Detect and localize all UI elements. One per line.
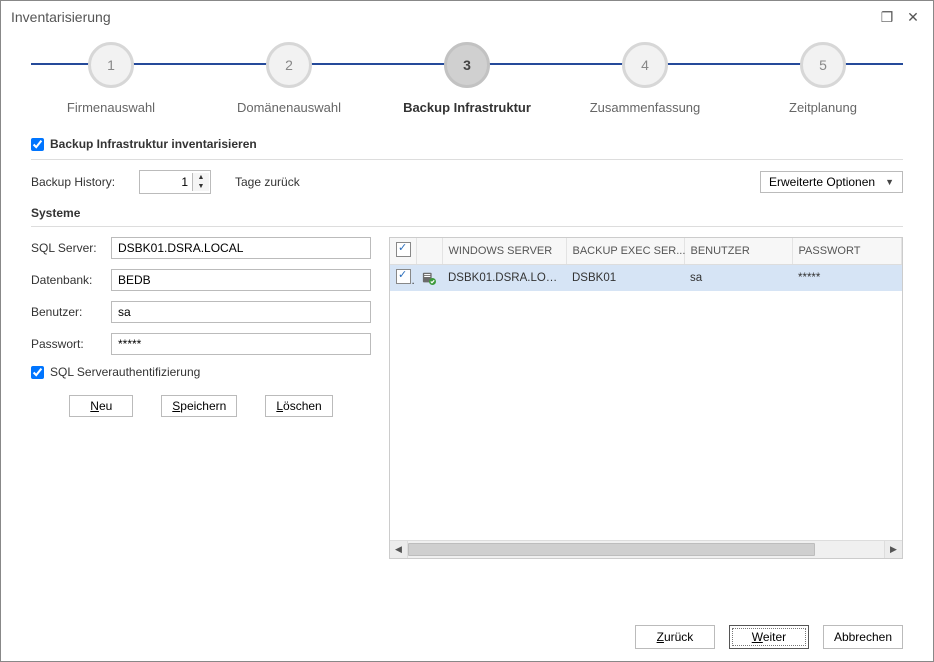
server-ok-icon: [422, 271, 436, 285]
row-status-cell: [416, 265, 442, 292]
step-3[interactable]: 3 Backup Infrastruktur: [387, 33, 547, 115]
grid-header-windows-server[interactable]: WINDOWS SERVER: [442, 238, 566, 265]
delete-button[interactable]: Löschen: [265, 395, 332, 417]
backup-history-spinner[interactable]: ▲ ▼: [139, 170, 211, 194]
inventory-backup-label: Backup Infrastruktur inventarisieren: [50, 137, 257, 151]
step-number: 5: [819, 57, 827, 73]
window-title: Inventarisierung: [11, 9, 111, 25]
backup-history-input[interactable]: [140, 172, 192, 192]
database-label: Datenbank:: [31, 273, 111, 287]
save-button[interactable]: Speichern: [161, 395, 237, 417]
inventory-backup-checkbox[interactable]: [31, 138, 44, 151]
grid-header-status[interactable]: [416, 238, 442, 265]
grid-header-row: WINDOWS SERVER BACKUP EXEC SER... BENUTZ…: [390, 238, 902, 265]
grid-header-checkbox[interactable]: [390, 238, 416, 265]
days-back-label: Tage zurück: [235, 175, 300, 189]
step-label: Zeitplanung: [789, 100, 857, 115]
step-2[interactable]: 2 Domänenauswahl: [209, 33, 369, 115]
cancel-button[interactable]: Abbrechen: [823, 625, 903, 649]
step-1[interactable]: 1 Firmenauswahl: [31, 33, 191, 115]
sql-server-input[interactable]: [111, 237, 371, 259]
step-label: Firmenauswahl: [67, 100, 155, 115]
advanced-options-label: Erweiterte Optionen: [769, 175, 875, 189]
scroll-track[interactable]: [408, 541, 884, 558]
row-password: *****: [792, 265, 902, 292]
sql-server-label: SQL Server:: [31, 241, 111, 255]
user-input[interactable]: [111, 301, 371, 323]
grid-row[interactable]: DSBK01.DSRA.LOCAL DSBK01 sa *****: [390, 265, 902, 292]
system-form: SQL Server: Datenbank: Benutzer: Passwor…: [31, 237, 371, 559]
checkbox-icon[interactable]: [396, 242, 411, 257]
advanced-options-dropdown[interactable]: Erweiterte Optionen ▼: [760, 171, 903, 193]
sql-auth-checkbox[interactable]: [31, 366, 44, 379]
checkbox-icon[interactable]: [396, 269, 411, 284]
step-number: 3: [463, 57, 471, 73]
spinner-up-icon[interactable]: ▲: [193, 173, 209, 182]
grid-header-user[interactable]: BENUTZER: [684, 238, 792, 265]
wizard-footer: Zurück Weiter Abbrechen: [635, 625, 903, 649]
systems-grid: WINDOWS SERVER BACKUP EXEC SER... BENUTZ…: [389, 237, 903, 559]
grid-header-password[interactable]: PASSWORT: [792, 238, 902, 265]
maximize-icon[interactable]: ❐: [877, 9, 897, 26]
password-input[interactable]: [111, 333, 371, 355]
step-label: Zusammenfassung: [590, 100, 701, 115]
user-label: Benutzer:: [31, 305, 111, 319]
row-checkbox-cell[interactable]: [390, 265, 416, 292]
scroll-thumb[interactable]: [408, 543, 815, 556]
step-label: Domänenauswahl: [237, 100, 341, 115]
row-backup-exec: DSBK01: [566, 265, 684, 292]
new-button[interactable]: Neu: [69, 395, 133, 417]
step-5[interactable]: 5 Zeitplanung: [743, 33, 903, 115]
back-button[interactable]: Zurück: [635, 625, 715, 649]
close-icon[interactable]: ✕: [903, 9, 923, 26]
step-4[interactable]: 4 Zusammenfassung: [565, 33, 725, 115]
database-input[interactable]: [111, 269, 371, 291]
row-user: sa: [684, 265, 792, 292]
spinner-down-icon[interactable]: ▼: [193, 182, 209, 191]
chevron-down-icon: ▼: [885, 177, 894, 187]
backup-history-label: Backup History:: [31, 175, 129, 189]
systems-section-title: Systeme: [31, 206, 903, 220]
sql-auth-label: SQL Serverauthentifizierung: [50, 365, 200, 379]
titlebar: Inventarisierung ❐ ✕: [1, 1, 933, 33]
step-number: 1: [107, 57, 115, 73]
wizard-window: Inventarisierung ❐ ✕ 1 Firmenauswahl 2 D…: [0, 0, 934, 662]
scroll-left-icon[interactable]: ◀: [390, 541, 408, 558]
next-button[interactable]: Weiter: [729, 625, 809, 649]
step-label: Backup Infrastruktur: [403, 100, 531, 115]
step-number: 4: [641, 57, 649, 73]
grid-horizontal-scrollbar[interactable]: ◀ ▶: [390, 540, 902, 558]
grid-header-backup-exec[interactable]: BACKUP EXEC SER...: [566, 238, 684, 265]
step-number: 2: [285, 57, 293, 73]
scroll-right-icon[interactable]: ▶: [884, 541, 902, 558]
row-windows-server: DSBK01.DSRA.LOCAL: [442, 265, 566, 292]
password-label: Passwort:: [31, 337, 111, 351]
step-indicator: 1 Firmenauswahl 2 Domänenauswahl 3 Backu…: [1, 33, 933, 123]
